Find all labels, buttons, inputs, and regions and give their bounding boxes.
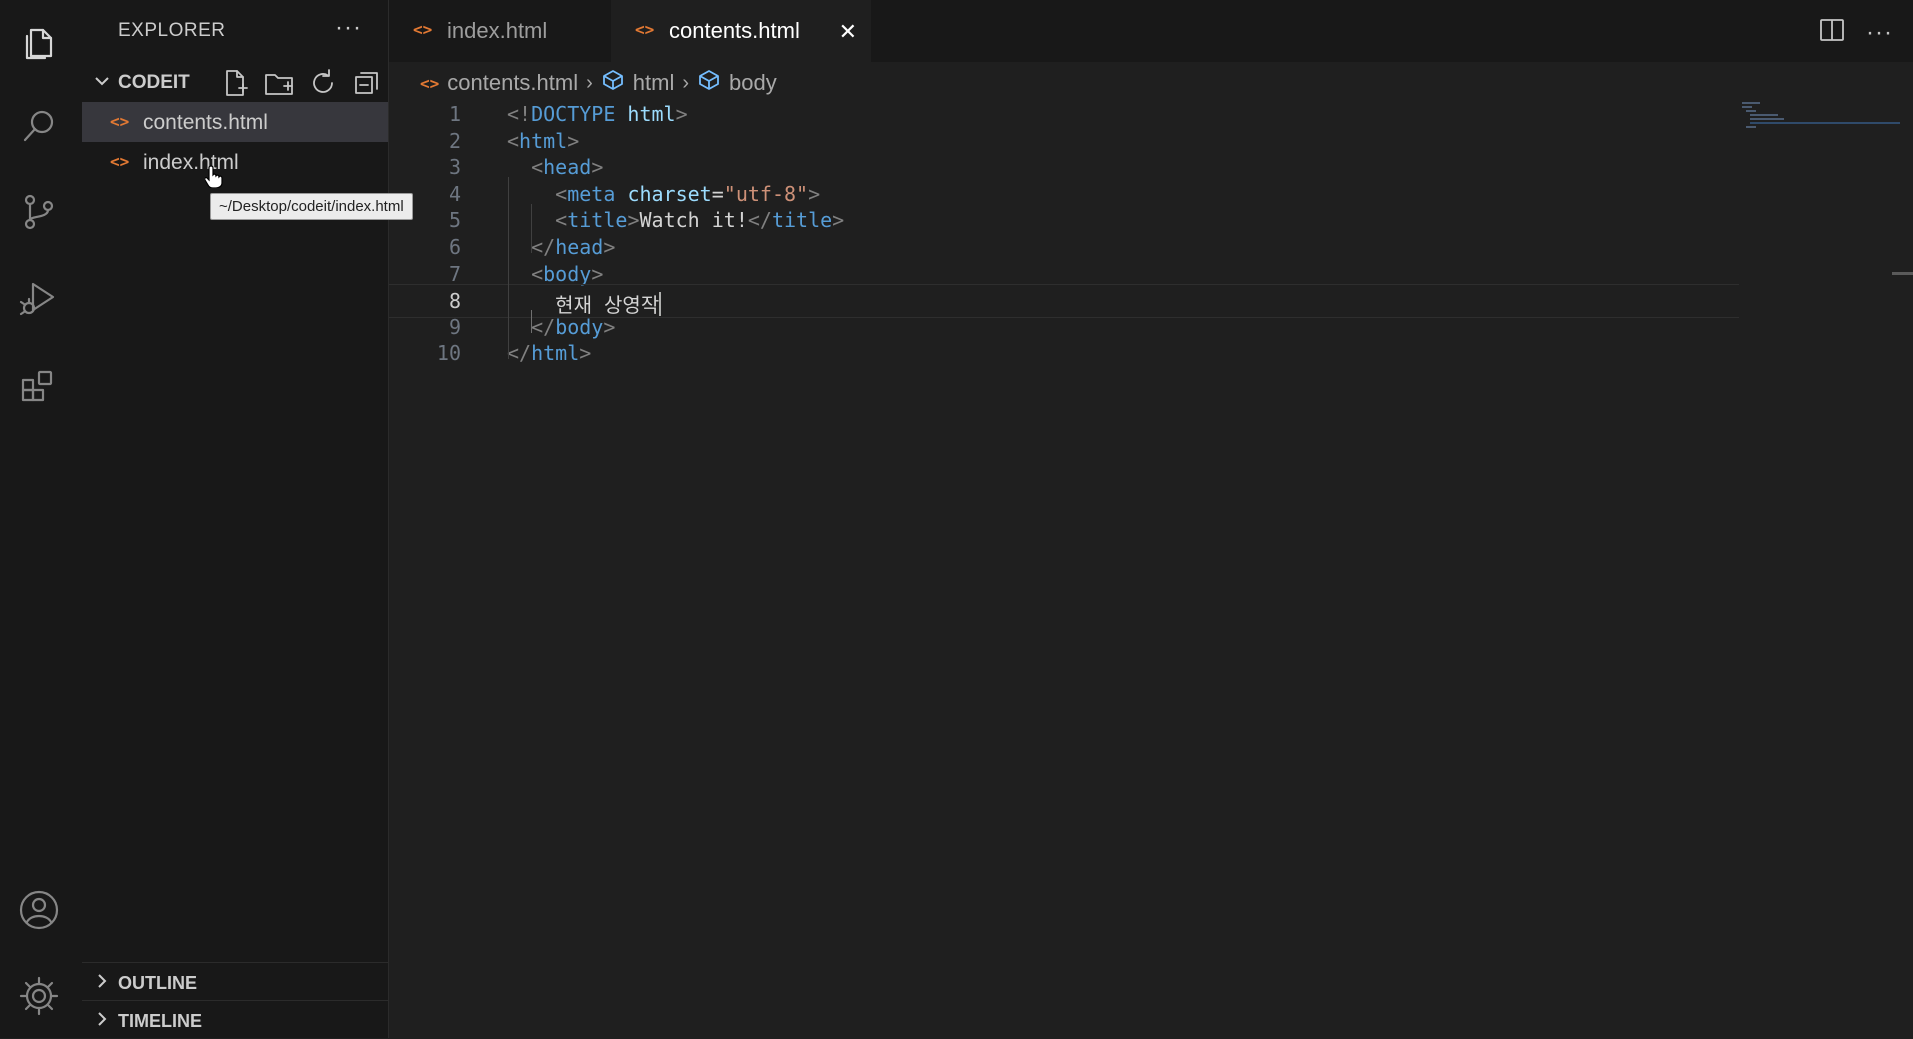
files-icon[interactable]	[17, 20, 61, 64]
line-number: 7	[448, 261, 461, 286]
account-icon[interactable]	[17, 888, 61, 932]
close-icon[interactable]: ✕	[839, 19, 857, 45]
line-number: 6	[448, 235, 461, 259]
tab-index-html[interactable]: <> index.html	[389, 0, 612, 62]
timeline-label: TIMELINE	[118, 1011, 202, 1031]
scrollbar-cursor-marker	[1892, 272, 1913, 275]
html-file-icon: <>	[413, 20, 433, 39]
code-text: </html>	[507, 341, 592, 366]
html-file-icon: <>	[110, 112, 130, 131]
tab-label: contents.html	[669, 18, 800, 43]
split-editor-icon[interactable]	[1816, 14, 1848, 51]
indent-guide	[531, 310, 533, 333]
settings-gear-icon[interactable]	[17, 974, 61, 1018]
outline-panel-header[interactable]: OUTLINE	[82, 962, 388, 1001]
line-number: 8	[448, 289, 461, 314]
refresh-icon[interactable]	[306, 66, 340, 105]
collapse-all-icon[interactable]	[350, 66, 384, 105]
line-number: 3	[448, 155, 461, 180]
new-folder-icon[interactable]	[262, 66, 296, 105]
code-text: <title>Watch it!</title>	[555, 208, 845, 233]
editor-tab-bar: <> index.html <> contents.html ✕ ···	[389, 0, 1913, 62]
file-path-tooltip: ~/Desktop/codeit/index.html	[210, 193, 413, 220]
line-number: 1	[448, 102, 461, 126]
breadcrumb: <> contents.html › html › body	[420, 68, 777, 98]
hand-pointer-icon	[204, 164, 223, 193]
explorer-sidebar: EXPLORER ··· CODEIT <> contents.html <> …	[82, 0, 389, 1038]
chevron-right-icon	[92, 1009, 112, 1034]
file-name: index.html	[143, 151, 239, 174]
outline-label: OUTLINE	[118, 973, 197, 993]
line-number: 9	[448, 314, 461, 339]
search-icon[interactable]	[17, 104, 61, 148]
file-item-contents[interactable]: <> contents.html	[82, 102, 388, 142]
code-text: </body>	[531, 314, 616, 339]
tab-contents-html[interactable]: <> contents.html ✕	[611, 0, 871, 62]
line-number: 5	[448, 208, 461, 233]
tab-label: index.html	[447, 18, 548, 43]
code-text: <body>	[531, 261, 604, 286]
code-text: </head>	[531, 235, 616, 259]
line-number: 10	[436, 341, 461, 366]
code-text: <meta charset="utf-8">	[555, 181, 821, 206]
element-cube-icon	[601, 68, 625, 98]
indent-guide	[531, 203, 533, 253]
activity-bar	[0, 0, 82, 1038]
breadcrumb-body[interactable]: body	[729, 70, 777, 96]
folder-name: CODEIT	[118, 72, 190, 93]
run-debug-icon[interactable]	[17, 276, 61, 320]
code-text: <!DOCTYPE html>	[507, 102, 688, 126]
more-actions-button[interactable]: ···	[335, 14, 362, 42]
source-control-icon[interactable]	[17, 190, 61, 234]
extensions-icon[interactable]	[17, 364, 61, 408]
line-number: 2	[448, 128, 461, 153]
chevron-down-icon	[92, 71, 112, 96]
html-file-icon: <>	[110, 152, 130, 171]
file-item-index[interactable]: <> index.html	[82, 142, 388, 182]
line-number: 4	[448, 181, 461, 206]
html-file-icon: <>	[635, 20, 655, 39]
minimap[interactable]	[1738, 100, 1900, 140]
code-editor[interactable]: 1 <!DOCTYPE html> 2 <html> 3 <head> 4 <meta c…	[389, 102, 1739, 1038]
chevron-right-icon: ›	[586, 71, 593, 94]
indent-guide	[508, 177, 509, 360]
breadcrumb-html[interactable]: html	[633, 70, 675, 96]
element-cube-icon	[697, 68, 721, 98]
breadcrumb-file[interactable]: contents.html	[447, 70, 578, 96]
new-file-icon[interactable]	[218, 66, 252, 105]
html-file-icon: <>	[420, 73, 440, 93]
code-text: <head>	[531, 155, 604, 180]
code-line[interactable]: 10 </html>	[389, 337, 1739, 369]
timeline-panel-header[interactable]: TIMELINE	[82, 1000, 388, 1039]
folder-row-codeit[interactable]: CODEIT	[82, 62, 388, 102]
more-actions-button[interactable]: ···	[1866, 19, 1893, 47]
chevron-right-icon: ›	[682, 71, 690, 94]
chevron-right-icon	[92, 971, 112, 996]
file-name: contents.html	[143, 111, 268, 134]
explorer-title: EXPLORER	[118, 20, 226, 41]
code-text: <html>	[507, 128, 580, 153]
